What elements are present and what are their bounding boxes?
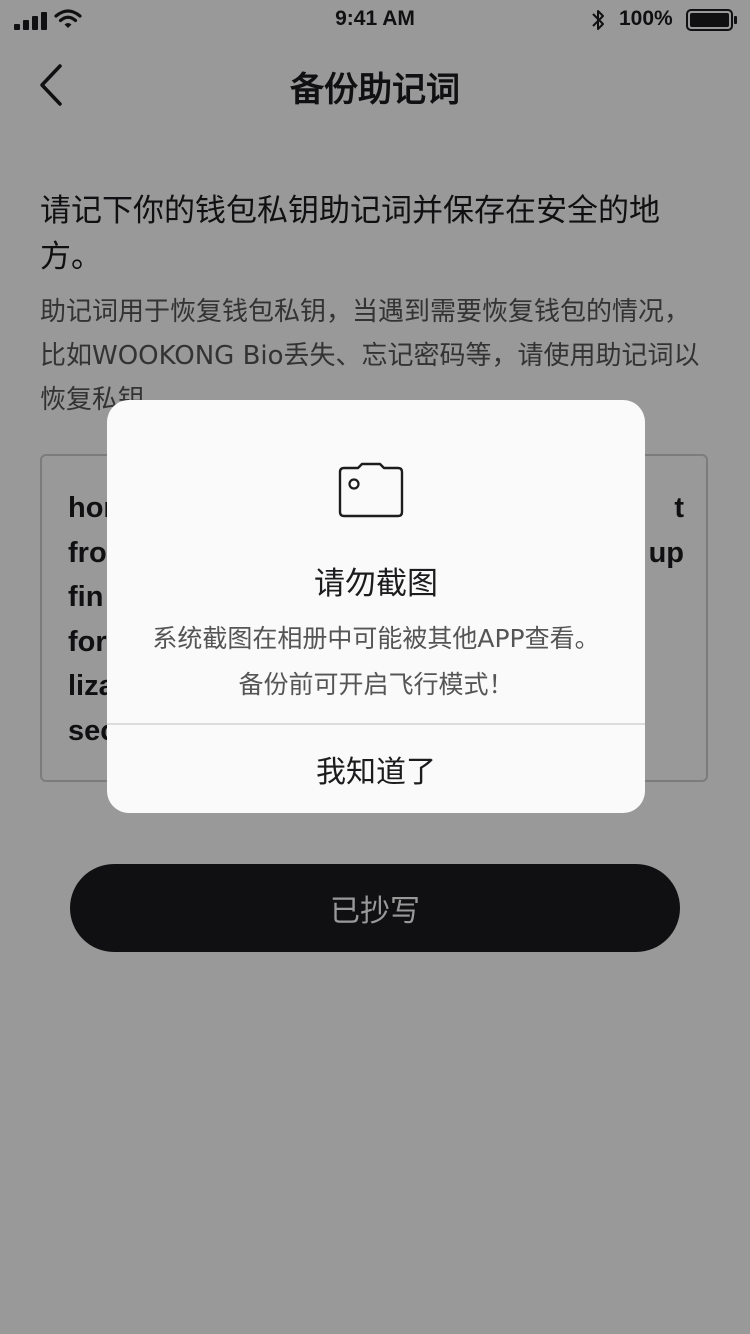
dialog-message: 系统截图在相册中可能被其他APP查看。备份前可开启飞行模式！: [152, 624, 600, 699]
dialog-title: 请勿截图: [314, 566, 438, 602]
acknowledge-button[interactable]: 我知道了: [107, 725, 645, 813]
camera-icon: [338, 462, 404, 518]
screenshot-warning-dialog: 请勿截图 系统截图在相册中可能被其他APP查看。备份前可开启飞行模式！ 我知道了: [107, 400, 645, 813]
